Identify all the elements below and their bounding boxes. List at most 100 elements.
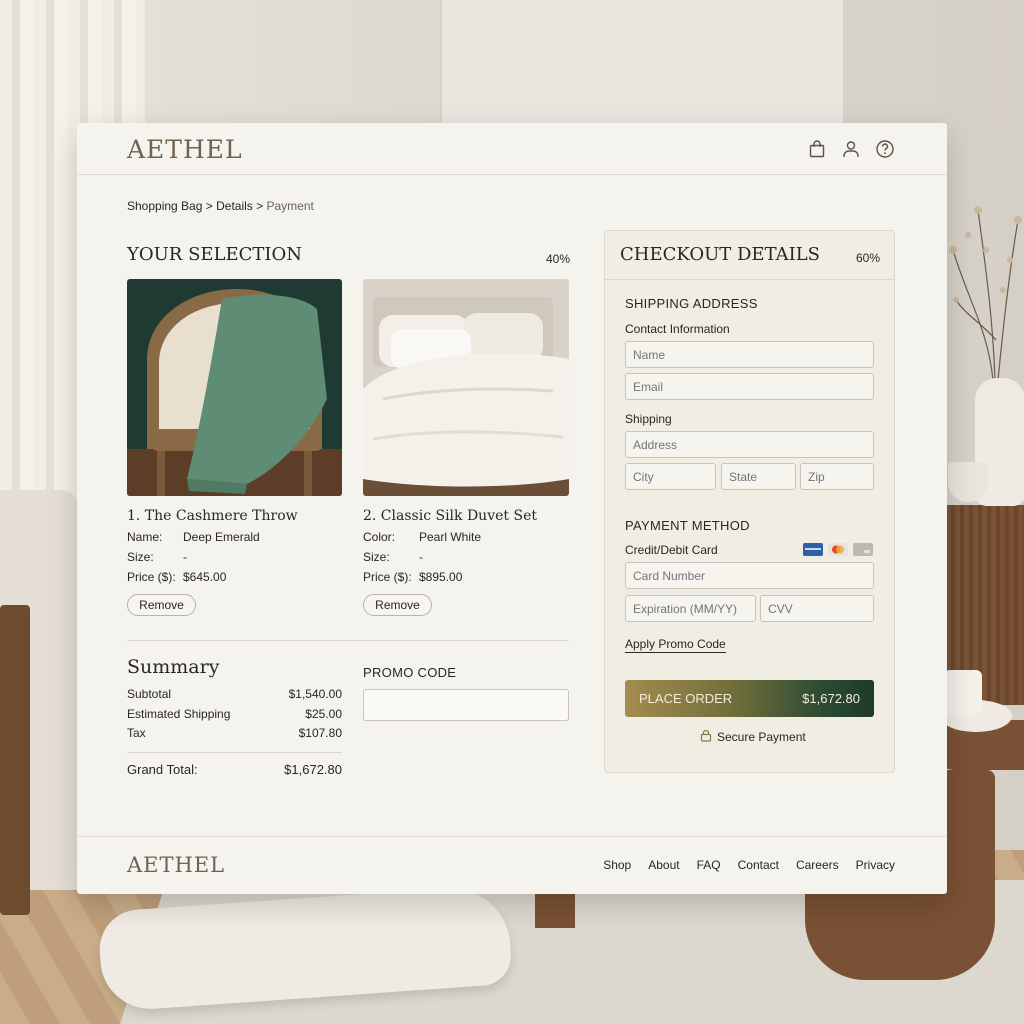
footer-link-privacy[interactable]: Privacy — [856, 858, 895, 872]
name-field[interactable] — [625, 341, 874, 368]
promo-code-label: PROMO CODE — [363, 665, 457, 680]
user-icon[interactable] — [841, 139, 861, 159]
attr-value: Deep Emerald — [183, 530, 260, 544]
tax-row: Tax $107.80 — [127, 726, 342, 746]
footer-logo[interactable]: AETHEL — [127, 853, 225, 877]
price-label: Price ($): — [363, 570, 412, 584]
product-image-silk-duvet[interactable] — [363, 279, 569, 496]
zip-field[interactable] — [800, 463, 874, 490]
size-value: - — [183, 550, 187, 564]
subtotal-label: Subtotal — [127, 687, 172, 701]
product-attr-row: Name: Deep Emerald — [127, 530, 342, 544]
summary-title: Summary — [127, 656, 220, 678]
product-size-row: Size: - — [127, 550, 342, 564]
grand-total-label: Grand Total: — [127, 761, 198, 777]
card-icons — [803, 543, 873, 556]
subtotal-value: $1,540.00 — [288, 687, 342, 701]
place-order-amount: $1,672.80 — [802, 691, 860, 706]
address-field[interactable] — [625, 431, 874, 458]
generic-card-icon — [853, 543, 873, 556]
promo-code-input[interactable] — [363, 689, 569, 721]
checkout-title: CHECKOUT DETAILS — [620, 244, 820, 265]
help-icon[interactable] — [875, 139, 895, 159]
product-price-row: Price ($): $895.00 — [363, 570, 569, 584]
dried-flower-branches — [949, 206, 1022, 380]
city-field[interactable] — [625, 463, 716, 490]
attr-label: Name: — [127, 530, 163, 544]
footer-link-faq[interactable]: FAQ — [697, 858, 721, 872]
price-value: $895.00 — [419, 570, 463, 584]
coffee-cup — [944, 670, 982, 716]
header-icons — [807, 139, 895, 159]
order-summary: Summary Subtotal $1,540.00 Estimated Shi… — [127, 656, 342, 777]
product-card: 1. The Cashmere Throw Name: Deep Emerald… — [127, 279, 342, 616]
lock-icon — [700, 729, 712, 745]
shipping-label: Shipping — [625, 412, 672, 426]
remove-button[interactable]: Remove — [363, 594, 432, 616]
checkout-header: CHECKOUT DETAILS 60% — [605, 231, 894, 280]
footer-link-shop[interactable]: Shop — [603, 858, 631, 872]
wall-panel — [440, 0, 845, 130]
size-label: Size: — [127, 550, 154, 564]
footer-link-careers[interactable]: Careers — [796, 858, 839, 872]
product-attr-row: Color: Pearl White — [363, 530, 569, 544]
breadcrumb: Shopping Bag > Details > Payment — [127, 199, 314, 213]
checkout-window: AETHEL Shopping Bag > Details > Payment … — [77, 123, 947, 894]
expiration-field[interactable] — [625, 595, 756, 622]
card-number-field[interactable] — [625, 562, 874, 589]
breadcrumb-payment: Payment — [266, 199, 314, 213]
state-field[interactable] — [721, 463, 796, 490]
size-value: - — [419, 550, 423, 564]
product-price-row: Price ($): $645.00 — [127, 570, 342, 584]
shopping-bag-icon[interactable] — [807, 139, 827, 159]
tax-value: $107.80 — [298, 726, 342, 740]
size-label: Size: — [363, 550, 390, 564]
product-image-cashmere-throw[interactable] — [127, 279, 342, 496]
checkout-details-panel: CHECKOUT DETAILS 60% SHIPPING ADDRESS Co… — [604, 230, 895, 773]
subtotal-row: Subtotal $1,540.00 — [127, 687, 342, 707]
selection-percent: 40% — [546, 252, 571, 266]
product-card: 2. Classic Silk Duvet Set Color: Pearl W… — [363, 279, 569, 616]
breadcrumb-details[interactable]: Details — [216, 199, 253, 213]
tax-label: Tax — [127, 726, 146, 740]
bowl — [948, 462, 988, 502]
contact-info-label: Contact Information — [625, 322, 730, 336]
footer-link-about[interactable]: About — [648, 858, 679, 872]
product-name: 1. The Cashmere Throw — [127, 508, 298, 524]
footer-links: Shop About FAQ Contact Careers Privacy — [603, 858, 895, 872]
wood-block — [535, 893, 575, 928]
email-field[interactable] — [625, 373, 874, 400]
visa-card-icon — [803, 543, 823, 556]
top-bar: AETHEL — [77, 123, 947, 175]
product-size-row: Size: - — [363, 550, 569, 564]
cvv-field[interactable] — [760, 595, 874, 622]
armchair-arm — [0, 605, 30, 915]
secure-payment-note: Secure Payment — [700, 729, 806, 745]
apply-promo-link[interactable]: Apply Promo Code — [625, 637, 726, 653]
attr-value: Pearl White — [419, 530, 482, 544]
product-name: 2. Classic Silk Duvet Set — [363, 508, 537, 524]
grand-total-value: $1,672.80 — [284, 761, 342, 777]
price-label: Price ($): — [127, 570, 176, 584]
place-order-label: PLACE ORDER — [639, 691, 733, 706]
breadcrumb-separator: > — [256, 199, 264, 213]
breadcrumb-separator: > — [205, 199, 213, 213]
selection-title: YOUR SELECTION — [127, 244, 303, 265]
shipping-value: $25.00 — [305, 706, 342, 721]
grand-total-row: Grand Total: $1,672.80 — [127, 751, 342, 777]
mastercard-icon — [828, 543, 848, 556]
shipping-row: Estimated Shipping $25.00 — [127, 707, 342, 727]
price-value: $645.00 — [183, 570, 227, 584]
breadcrumb-shopping-bag[interactable]: Shopping Bag — [127, 199, 202, 213]
brand-logo[interactable]: AETHEL — [127, 135, 243, 164]
place-order-button[interactable]: PLACE ORDER $1,672.80 — [625, 680, 874, 717]
footer-link-contact[interactable]: Contact — [738, 858, 779, 872]
shipping-label: Estimated Shipping — [127, 706, 231, 721]
secure-payment-text: Secure Payment — [717, 730, 806, 744]
payment-method-title: PAYMENT METHOD — [625, 518, 750, 533]
remove-button[interactable]: Remove — [127, 594, 196, 616]
divider — [127, 640, 569, 641]
footer: AETHEL Shop About FAQ Contact Careers Pr… — [77, 836, 947, 894]
checkout-percent: 60% — [856, 251, 881, 265]
card-label: Credit/Debit Card — [625, 543, 718, 557]
